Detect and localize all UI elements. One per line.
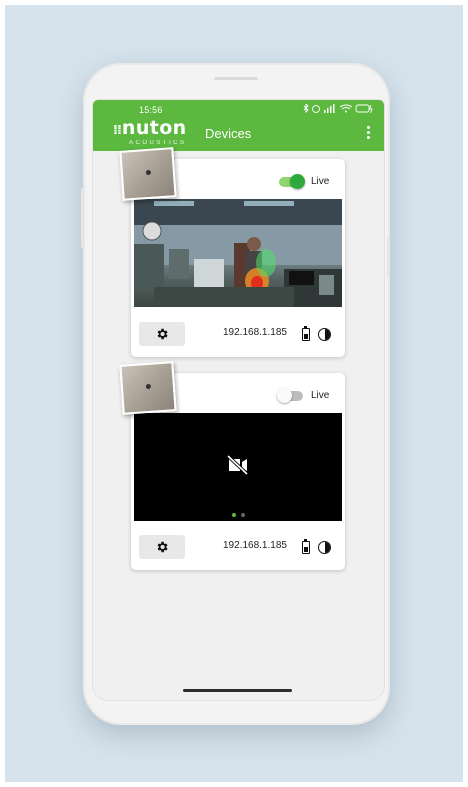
settings-button[interactable] bbox=[139, 535, 185, 559]
logo-subtitle: ACOUSTICS bbox=[129, 140, 187, 146]
device-card: Live 192.168.1.185 bbox=[119, 147, 345, 357]
phone-side-button bbox=[387, 238, 390, 278]
pager-dot-active[interactable] bbox=[232, 513, 236, 517]
live-switch[interactable] bbox=[279, 173, 305, 189]
pager-dot[interactable] bbox=[241, 513, 245, 517]
phone-side-button bbox=[81, 188, 84, 248]
overflow-menu-icon[interactable] bbox=[365, 126, 371, 142]
camera-feed[interactable] bbox=[134, 199, 342, 307]
live-label: Live bbox=[311, 176, 330, 187]
logo-mark: ⁞⁞ bbox=[113, 123, 122, 138]
battery-icon bbox=[302, 326, 310, 341]
contrast-icon[interactable] bbox=[318, 328, 331, 341]
live-toggle[interactable]: Live bbox=[277, 387, 330, 403]
live-switch[interactable] bbox=[277, 387, 303, 403]
device-thumbnail bbox=[119, 147, 177, 201]
device-ip-address: 192.168.1.185 bbox=[223, 327, 287, 338]
camera-off-icon bbox=[226, 454, 249, 476]
camera-feed-image bbox=[134, 199, 342, 307]
status-icons bbox=[302, 102, 374, 116]
camera-feed[interactable] bbox=[134, 413, 342, 521]
home-indicator[interactable] bbox=[183, 689, 292, 692]
device-thumbnail bbox=[119, 361, 177, 415]
gear-icon bbox=[157, 541, 168, 553]
app-screen: 15:56 ⁞⁞nuton ACOUSTICS Devices Live 192… bbox=[92, 99, 385, 701]
page-title: Devices bbox=[205, 126, 252, 141]
device-card: Live 192.168.1.185 bbox=[119, 361, 345, 570]
app-bar: 15:56 ⁞⁞nuton ACOUSTICS Devices bbox=[93, 100, 384, 151]
device-ip-address: 192.168.1.185 bbox=[223, 540, 287, 551]
live-label: Live bbox=[311, 390, 330, 401]
phone-speaker bbox=[214, 77, 258, 80]
status-time: 15:56 bbox=[139, 105, 163, 115]
gear-icon bbox=[157, 328, 168, 340]
logo-text: nuton bbox=[121, 117, 187, 139]
status-icons-svg bbox=[303, 102, 373, 114]
live-toggle[interactable]: Live bbox=[279, 173, 330, 189]
battery-icon bbox=[302, 539, 310, 554]
contrast-icon[interactable] bbox=[318, 541, 331, 554]
settings-button[interactable] bbox=[139, 322, 185, 346]
brand-logo: ⁞⁞nuton ACOUSTICS bbox=[113, 119, 187, 147]
feed-pager bbox=[232, 513, 250, 517]
